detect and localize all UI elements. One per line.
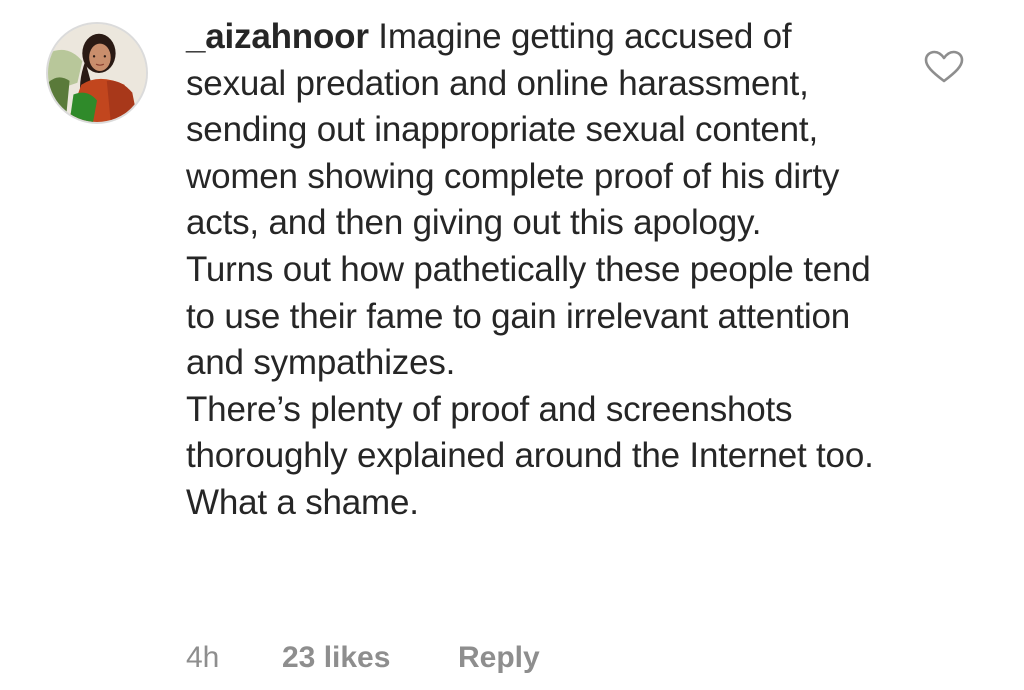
like-button[interactable] <box>924 50 964 84</box>
comment-username[interactable]: _aizahnoor <box>186 17 369 56</box>
comment-body: _aizahnoor Imagine getting accused of se… <box>186 14 896 527</box>
heart-outline-icon <box>924 50 964 83</box>
comment-timestamp: 4h <box>186 641 220 674</box>
avatar[interactable] <box>46 22 148 124</box>
reply-button[interactable]: Reply <box>458 638 540 678</box>
comment: _aizahnoor Imagine getting accused of se… <box>0 0 1024 690</box>
comment-text: Imagine getting accused of sexual predat… <box>186 17 874 522</box>
comment-likes-count[interactable]: 23 likes <box>282 638 390 678</box>
profile-photo <box>48 24 146 122</box>
